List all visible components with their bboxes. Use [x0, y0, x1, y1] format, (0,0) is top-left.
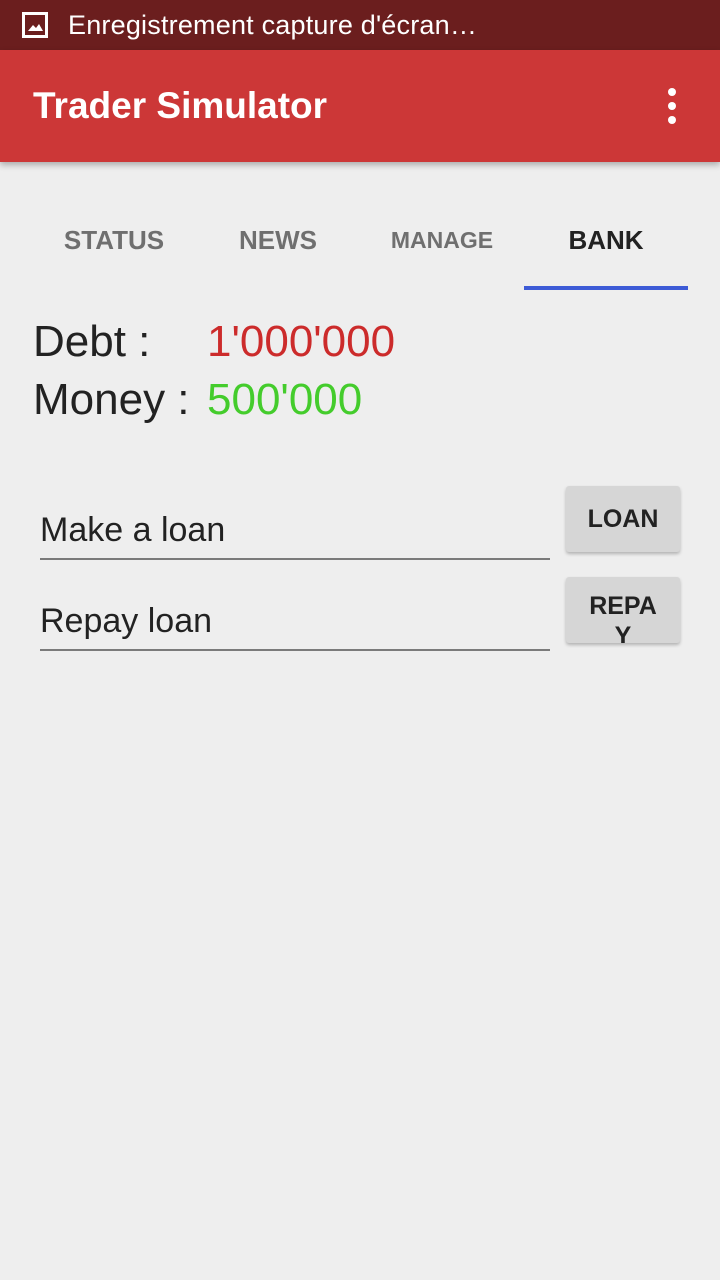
debt-value: 1'000'000 — [207, 317, 396, 366]
repay-row: Repay loan REPAY — [40, 577, 682, 659]
status-bar: Enregistrement capture d'écran… — [0, 0, 720, 50]
tab-status[interactable]: STATUS — [32, 198, 196, 290]
notification-text: Enregistrement capture d'écran… — [68, 9, 478, 40]
tab-bank[interactable]: BANK — [524, 198, 688, 290]
tab-news[interactable]: NEWS — [196, 198, 360, 290]
image-icon — [22, 12, 48, 38]
more-vert-icon[interactable] — [652, 76, 692, 136]
money-value: 500'000 — [207, 375, 363, 424]
app-title: Trader Simulator — [33, 85, 328, 126]
money-label: Money : — [33, 375, 190, 424]
app-bar: Trader Simulator — [0, 50, 720, 162]
debt-row: Debt : 1'000'000 — [33, 314, 395, 370]
loan-amount-input[interactable]: Make a loan — [40, 498, 550, 560]
debt-label: Debt : — [33, 317, 151, 366]
tab-bar: STATUS NEWS MANAGE BANK — [32, 198, 688, 290]
loan-row: Make a loan LOAN — [40, 486, 682, 568]
loan-button[interactable]: LOAN — [566, 486, 680, 552]
repay-amount-input[interactable]: Repay loan — [40, 589, 550, 651]
repay-button[interactable]: REPAY — [566, 577, 680, 643]
money-row: Money : 500'000 — [33, 372, 362, 428]
tab-manage[interactable]: MANAGE — [360, 198, 524, 290]
